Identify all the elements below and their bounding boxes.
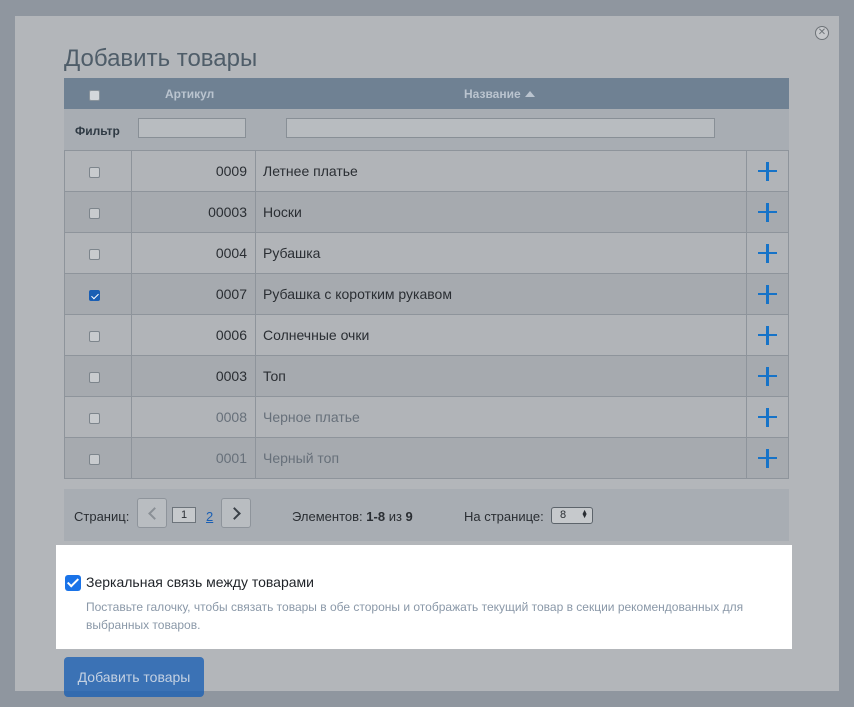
row-checkbox[interactable] [89, 454, 100, 465]
filter-row: Фильтр [64, 109, 789, 150]
row-checkbox[interactable] [89, 249, 100, 260]
items-info: Элементов: 1-8 из 9 [292, 509, 413, 524]
product-rows: 0009 Летнее платье 00003 Носки 0004 Рубашка 00… [64, 150, 789, 479]
sort-ascending-icon [524, 91, 535, 97]
row-name: Черное платье [256, 397, 747, 437]
table-row: 0001 Черный топ [65, 438, 788, 478]
close-icon[interactable]: ✕ [815, 26, 829, 40]
row-name: Носки [256, 192, 747, 232]
per-page-select[interactable]: 8 ▲ ▼ [551, 507, 593, 524]
plus-icon [758, 325, 777, 345]
grid-header: Артикул Название [64, 78, 789, 109]
select-all-checkbox[interactable] [89, 90, 100, 101]
mirror-link-panel: Зеркальная связь между товарами Поставьт… [56, 545, 792, 649]
row-checkbox[interactable] [89, 413, 100, 424]
items-of: из [388, 509, 402, 524]
filter-name-input[interactable] [286, 118, 715, 138]
row-check-cell [65, 233, 132, 273]
mirror-link-label[interactable]: Зеркальная связь между товарами [86, 574, 314, 590]
plus-icon [758, 407, 777, 427]
chevron-left-icon [148, 507, 161, 520]
add-row-button[interactable] [747, 438, 788, 478]
filter-sku-input[interactable] [138, 118, 246, 138]
current-page-input[interactable]: 1 [172, 507, 196, 523]
row-name: Черный топ [256, 438, 747, 478]
column-header-name[interactable]: Название [464, 87, 535, 101]
plus-icon [758, 202, 777, 222]
row-check-cell [65, 151, 132, 191]
filter-label: Фильтр [75, 124, 120, 138]
row-check-cell [65, 397, 132, 437]
add-row-button[interactable] [747, 397, 788, 437]
row-sku: 0006 [132, 315, 256, 355]
add-row-button[interactable] [747, 233, 788, 273]
column-header-sku[interactable]: Артикул [165, 87, 214, 101]
mirror-link-checkbox[interactable] [65, 575, 81, 591]
row-name: Рубашка с коротким рукавом [256, 274, 747, 314]
column-header-name-label: Название [464, 87, 521, 101]
plus-icon [758, 161, 777, 181]
select-arrows-icon: ▲ ▼ [581, 509, 588, 520]
plus-icon [758, 284, 777, 304]
row-check-cell [65, 438, 132, 478]
table-row: 0004 Рубашка [65, 233, 788, 274]
plus-icon [758, 243, 777, 263]
items-total: 9 [405, 509, 413, 524]
row-sku: 0008 [132, 397, 256, 437]
add-row-button[interactable] [747, 315, 788, 355]
per-page-label: На странице: [464, 509, 544, 524]
row-sku: 0007 [132, 274, 256, 314]
row-name: Топ [256, 356, 747, 396]
row-checkbox[interactable] [89, 331, 100, 342]
row-check-cell [65, 274, 132, 314]
add-row-button[interactable] [747, 274, 788, 314]
row-check-cell [65, 315, 132, 355]
plus-icon [758, 366, 777, 386]
add-row-button[interactable] [747, 356, 788, 396]
table-row: 0003 Топ [65, 356, 788, 397]
chevron-right-icon [228, 507, 241, 520]
row-checkbox[interactable] [89, 208, 100, 219]
row-check-cell [65, 356, 132, 396]
prev-page-button[interactable] [137, 498, 167, 528]
add-row-button[interactable] [747, 192, 788, 232]
row-checkbox[interactable] [89, 290, 100, 301]
next-page-button[interactable] [221, 498, 251, 528]
row-checkbox[interactable] [89, 167, 100, 178]
row-sku: 00003 [132, 192, 256, 232]
row-name: Солнечные очки [256, 315, 747, 355]
row-sku: 0001 [132, 438, 256, 478]
add-row-button[interactable] [747, 151, 788, 191]
row-checkbox[interactable] [89, 372, 100, 383]
row-name: Рубашка [256, 233, 747, 273]
row-name: Летнее платье [256, 151, 747, 191]
add-products-button[interactable]: Добавить товары [64, 657, 204, 697]
items-range: 1-8 [366, 509, 386, 524]
table-row: 00003 Носки [65, 192, 788, 233]
per-page-value: 8 [560, 509, 567, 521]
row-sku: 0009 [132, 151, 256, 191]
items-label: Элементов: [292, 509, 363, 524]
page-2-link[interactable]: 2 [206, 509, 213, 524]
pager: Страниц: 1 2 Элементов: 1-8 из 9 На стра… [64, 489, 789, 541]
plus-icon [758, 448, 777, 468]
mirror-link-hint: Поставьте галочку, чтобы связать товары … [86, 600, 744, 632]
table-row: 0006 Солнечные очки [65, 315, 788, 356]
table-row: 0008 Черное платье [65, 397, 788, 438]
pages-label: Страниц: [74, 509, 130, 524]
table-row: 0007 Рубашка с коротким рукавом [65, 274, 788, 315]
row-check-cell [65, 192, 132, 232]
row-sku: 0004 [132, 233, 256, 273]
dialog-title: Добавить товары [64, 45, 258, 72]
table-row: 0009 Летнее платье [65, 151, 788, 192]
row-sku: 0003 [132, 356, 256, 396]
